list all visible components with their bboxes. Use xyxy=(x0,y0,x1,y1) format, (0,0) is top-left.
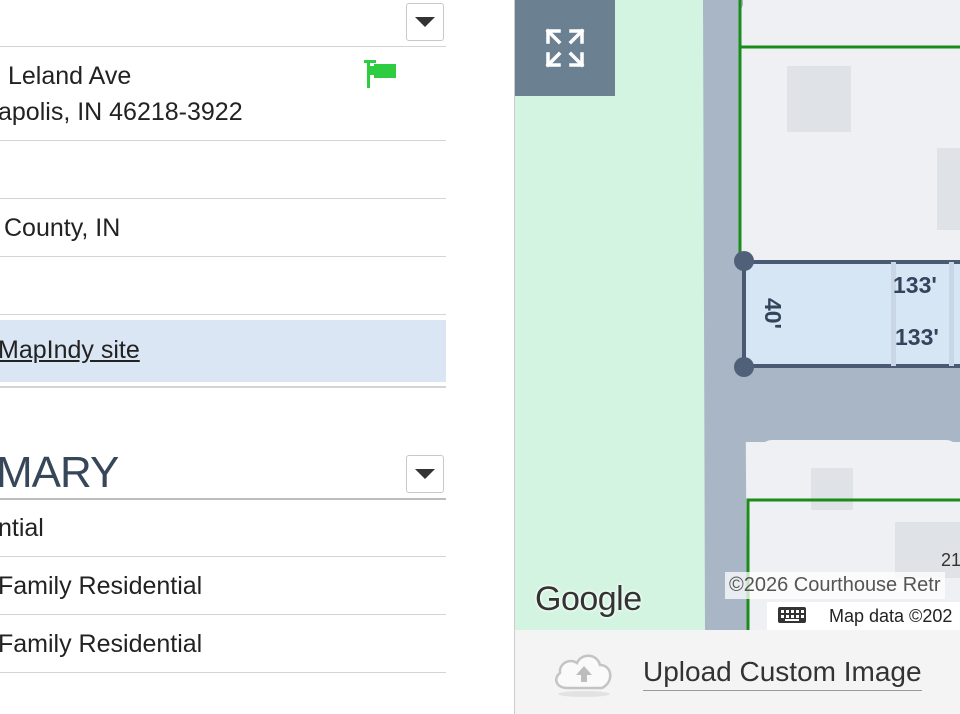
chevron-down-icon xyxy=(415,469,435,479)
summary-item: ntial xyxy=(0,500,446,557)
county-row: County, IN xyxy=(0,200,446,257)
address-row: Leland Ave apolis, IN 46218-3922 xyxy=(0,48,446,141)
summary-item-text: ntial xyxy=(0,514,44,542)
courthouse-attribution: ©2026 Courthouse Retr xyxy=(725,572,945,599)
map-data-bar: Map data ©202 xyxy=(767,602,960,630)
dropdown-button[interactable] xyxy=(406,3,444,41)
expand-icon xyxy=(545,28,585,68)
empty-row xyxy=(0,258,446,315)
county-text: County, IN xyxy=(4,214,121,242)
upload-bar: Upload Custom Image xyxy=(515,630,960,714)
summary-section-title: MARY xyxy=(0,448,119,497)
mapindy-link-row: MapIndy site xyxy=(0,320,446,382)
flag-icon[interactable] xyxy=(364,58,398,90)
panel-header-row xyxy=(0,0,446,47)
dimension-label-side: 40' xyxy=(760,297,787,330)
summary-item-text: Family Residential xyxy=(0,572,203,600)
summary-dropdown-button[interactable] xyxy=(406,455,444,493)
keyboard-icon[interactable] xyxy=(777,605,807,625)
summary-item: Family Residential xyxy=(0,616,446,673)
upload-custom-image-link[interactable]: Upload Custom Image xyxy=(643,656,922,691)
dimension-label-top: 133' xyxy=(893,272,937,298)
property-details-panel: Leland Ave apolis, IN 46218-3922 County,… xyxy=(0,0,514,714)
google-logo: Google xyxy=(535,580,642,618)
expand-map-button[interactable] xyxy=(515,0,615,96)
dimension-label-bottom: 133' xyxy=(895,324,939,350)
parcel-map[interactable]: 40' 133' 133' 21 Google ©2026 Courthouse… xyxy=(515,0,960,630)
cloud-upload-icon[interactable] xyxy=(551,646,617,698)
address-line1: Leland Ave xyxy=(8,62,132,90)
address-line2: apolis, IN 46218-3922 xyxy=(0,98,243,126)
empty-row xyxy=(0,142,446,199)
parcel-number-label: 21 xyxy=(941,550,960,570)
summary-item: Family Residential xyxy=(0,558,446,615)
mapindy-link[interactable]: MapIndy site xyxy=(0,336,140,365)
map-data-attribution[interactable]: Map data ©202 xyxy=(829,606,952,627)
chevron-down-icon xyxy=(415,17,435,27)
divider xyxy=(0,386,446,388)
summary-item-text: Family Residential xyxy=(0,630,203,658)
